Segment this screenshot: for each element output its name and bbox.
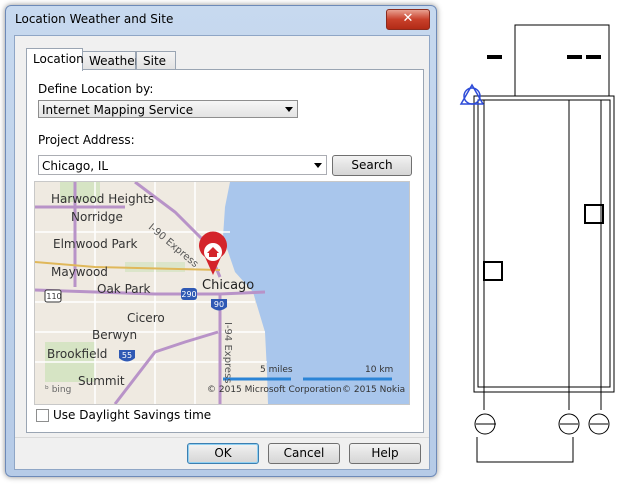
define-location-value: Internet Mapping Service [42,103,194,117]
close-icon: ✕ [402,11,414,26]
top-bracket [514,24,610,96]
route-shield: 55 [121,351,133,360]
map-label: Summit [78,374,125,388]
daylight-savings-checkbox[interactable] [36,409,49,422]
daylight-savings-label: Use Daylight Savings time [53,408,212,422]
left-box [483,261,503,281]
survey-point-icon[interactable] [459,83,485,105]
map-label: Maywood [51,265,108,279]
outer-rect [473,95,615,393]
ok-button[interactable]: OK [187,443,259,464]
titlebar[interactable]: Location Weather and Site ✕ [6,6,436,34]
tab-site[interactable]: Site [136,51,176,70]
search-button-label: Search [351,158,393,172]
route-shield: 290 [181,290,197,299]
define-location-dropdown[interactable]: Internet Mapping Service [38,100,298,118]
tab-label: Site [143,54,167,68]
map-label: Cicero [127,311,165,325]
map-label: Brookfield [47,347,108,361]
map-label: Elmwood Park [53,237,138,251]
map-label-city: Chicago [202,278,255,293]
tab-weather[interactable]: Weather [82,51,140,70]
search-button[interactable]: Search [332,155,412,176]
close-button[interactable]: ✕ [386,9,430,30]
bing-logo: ᵇ bing [45,385,72,395]
help-button-label: Help [371,446,399,460]
map-label: Harwood Heights [51,192,155,206]
road-label: I-94 Express [222,322,233,384]
tab-label: Weather [89,54,140,68]
define-location-label: Define Location by: [38,82,154,96]
map-copyright-microsoft: © 2015 Microsoft Corporation [207,385,342,395]
scale-miles-label: 5 miles [260,365,293,375]
bottom-bracket [476,437,574,463]
scale-km-label: 10 km [365,365,394,375]
dialog-client: Location Weather Site Define Location by… [14,35,430,470]
cancel-button[interactable]: Cancel [268,443,340,464]
map-label: Oak Park [97,282,151,296]
map-label: Berwyn [92,328,138,342]
route-shield: 110 [46,292,62,301]
map-view[interactable]: Harwood Heights Norridge Elmwood Park Ma… [34,181,410,405]
cad-drawing[interactable] [440,0,623,486]
map-label: Norridge [71,210,123,224]
cancel-button-label: Cancel [283,446,325,460]
route-shield: 90 [213,300,225,309]
project-address-value: Chicago, IL [42,159,109,173]
project-address-combobox[interactable]: Chicago, IL [38,155,327,175]
dialog-title: Location Weather and Site [15,12,174,26]
help-button[interactable]: Help [349,443,421,464]
location-dialog: Location Weather and Site ✕ Location Wea… [5,5,437,477]
chevron-down-icon [314,163,322,168]
ok-button-label: OK [214,446,232,460]
bing-logo-text: bing [51,385,72,395]
map-copyright-nokia: © 2015 Nokia [342,385,406,395]
footer-divider [15,437,429,438]
chevron-down-icon [285,107,293,112]
project-address-label: Project Address: [38,133,135,147]
inner-rect [477,99,611,388]
tab-location[interactable]: Location [26,48,84,71]
right-box [584,204,604,224]
tab-label: Location [33,52,84,66]
